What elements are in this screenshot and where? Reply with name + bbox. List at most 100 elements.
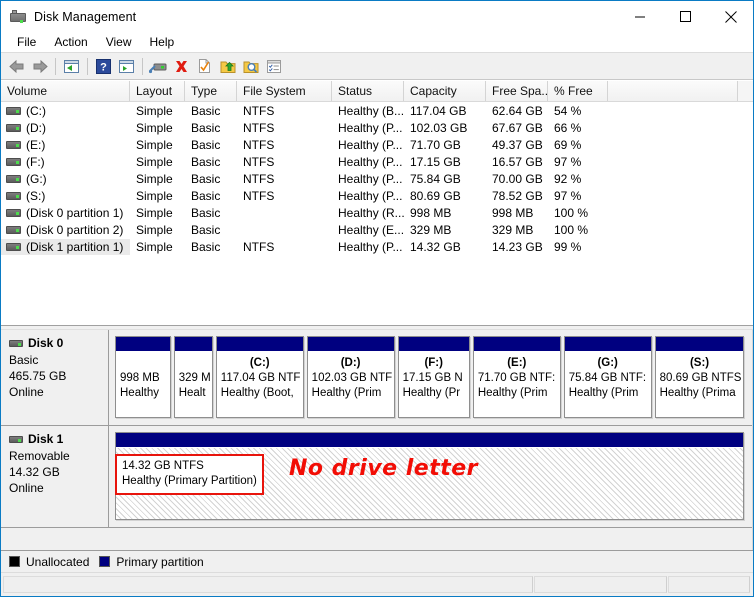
volume-label: (G:) [26,172,47,186]
legend-label: Primary partition [116,555,203,569]
partition-size-fs: 329 M [179,371,208,386]
disk-type: Removable [9,448,108,464]
cell-layout: Simple [130,172,185,186]
volume-cell: (S:) [1,188,130,204]
column-header-layout[interactable]: Layout [130,81,185,101]
partition-block[interactable]: (S:)80.69 GB NTFSHealthy (Prima [655,336,745,418]
partition-details: (E:)71.70 GB NTF:Healthy (Prim [474,352,560,417]
partition-details: (G:)75.84 GB NTF:Healthy (Prim [565,352,651,417]
rescan-disks-icon[interactable] [147,55,170,77]
partition-size-fs: 998 MB [120,371,166,386]
cell-type: Basic [185,240,237,254]
column-header-free[interactable]: % Free [548,81,608,101]
show-task-pad-icon[interactable] [262,55,285,77]
column-header-free-spa[interactable]: Free Spa... [486,81,548,101]
cell-status: Healthy (P... [332,189,404,203]
disk-row-disk-1[interactable]: Disk 1Removable14.32 GBOnline 14.32 GB N… [1,426,752,528]
table-row[interactable]: (D:)SimpleBasicNTFSHealthy (P...102.03 G… [1,119,753,136]
partition-color-band [175,337,212,352]
disk-partition-bars: 14.32 GB NTFSHealthy (Primary Partition)… [109,426,752,527]
delete-icon[interactable] [170,55,193,77]
partition-status: Healt [179,386,208,401]
volume-label: (D:) [26,121,46,135]
legend-swatch [9,556,20,567]
partition-status: Healthy (Prim [478,386,556,401]
partition-block[interactable]: 329 MHealt [174,336,213,418]
column-header-file-system[interactable]: File System [237,81,332,101]
column-header-status[interactable]: Status [332,81,404,101]
volume-list-pane: VolumeLayoutTypeFile SystemStatusCapacit… [1,80,753,325]
cell-filesystem: NTFS [237,240,332,254]
cell-layout: Simple [130,155,185,169]
up-one-level-icon[interactable] [60,55,83,77]
drive-icon [6,209,21,217]
search-icon[interactable] [239,55,262,77]
partition-status: Healthy [120,386,166,401]
cell-pctfree: 100 % [548,206,608,220]
close-button[interactable] [708,1,753,32]
partition-block[interactable]: (D:)102.03 GB NTFHealthy (Prim [307,336,395,418]
toolbar-separator [142,58,143,75]
table-row[interactable]: (C:)SimpleBasicNTFSHealthy (B...117.04 G… [1,102,753,119]
forward-icon[interactable] [28,55,51,77]
show-hide-console-tree-icon[interactable] [115,55,138,77]
volume-list-header: VolumeLayoutTypeFile SystemStatusCapacit… [1,81,753,102]
disk-management-icon [10,9,26,25]
table-row[interactable]: (G:)SimpleBasicNTFSHealthy (P...75.84 GB… [1,170,753,187]
partition-color-band [474,337,560,352]
graphical-view-scrollbar[interactable] [752,330,753,550]
cell-pctfree: 100 % [548,223,608,237]
graphical-view-pane: Disk 0Basic465.75 GBOnline 998 MBHealthy… [1,330,753,550]
column-header-type[interactable]: Type [185,81,237,101]
cell-layout: Simple [130,206,185,220]
partition-block[interactable]: (C:)117.04 GB NTFHealthy (Boot, [216,336,304,418]
disk-row-disk-0[interactable]: Disk 0Basic465.75 GBOnline 998 MBHealthy… [1,330,752,426]
column-header-capacity[interactable]: Capacity [404,81,486,101]
partition-block[interactable]: (G:)75.84 GB NTF:Healthy (Prim [564,336,652,418]
back-icon[interactable] [5,55,28,77]
menu-help[interactable]: Help [141,33,184,52]
menu-file[interactable]: File [8,33,45,52]
status-pane-3 [668,576,750,593]
cell-layout: Simple [130,223,185,237]
table-row[interactable]: (E:)SimpleBasicNTFSHealthy (P...71.70 GB… [1,136,753,153]
table-row[interactable]: (Disk 0 partition 2)SimpleBasicHealthy (… [1,221,753,238]
maximize-button[interactable] [663,1,708,32]
partition-drive-letter: (D:) [312,356,390,371]
cell-free: 998 MB [486,206,548,220]
partition-block[interactable]: (F:)17.15 GB NHealthy (Pr [398,336,470,418]
partition-size-fs: 75.84 GB NTF: [569,371,647,386]
table-row[interactable]: (Disk 0 partition 1)SimpleBasicHealthy (… [1,204,753,221]
table-row[interactable]: (S:)SimpleBasicNTFSHealthy (P...80.69 GB… [1,187,753,204]
table-row[interactable]: (F:)SimpleBasicNTFSHealthy (P...17.15 GB… [1,153,753,170]
window-title: Disk Management [34,10,136,24]
cell-status: Healthy (P... [332,138,404,152]
volume-label: (S:) [26,189,45,203]
disk-info-panel[interactable]: Disk 0Basic465.75 GBOnline [1,330,109,425]
disk-info-panel[interactable]: Disk 1Removable14.32 GBOnline [1,426,109,527]
export-list-icon[interactable] [216,55,239,77]
volume-label: (E:) [26,138,45,152]
partition-block[interactable]: 998 MBHealthy [115,336,171,418]
table-row[interactable]: (Disk 1 partition 1)SimpleBasicNTFSHealt… [1,238,753,255]
partition-details: (C:)117.04 GB NTFHealthy (Boot, [217,352,303,417]
toolbar-separator [55,58,56,75]
window-controls [618,1,753,32]
status-pane-1 [3,576,533,593]
drive-icon [6,175,21,183]
column-header-blank[interactable] [608,81,738,101]
menu-action[interactable]: Action [45,33,96,52]
partition-size-fs: 71.70 GB NTF: [478,371,556,386]
menu-view[interactable]: View [97,33,141,52]
column-header-volume[interactable]: Volume [1,81,130,101]
drive-icon [6,158,21,166]
cell-capacity: 14.32 GB [404,240,486,254]
partition-block[interactable]: (E:)71.70 GB NTF:Healthy (Prim [473,336,561,418]
cell-pctfree: 69 % [548,138,608,152]
cell-layout: Simple [130,121,185,135]
cell-free: 70.00 GB [486,172,548,186]
help-icon[interactable]: ? [92,55,115,77]
partition-details: (D:)102.03 GB NTFHealthy (Prim [308,352,394,417]
properties-icon[interactable] [193,55,216,77]
minimize-button[interactable] [618,1,663,32]
